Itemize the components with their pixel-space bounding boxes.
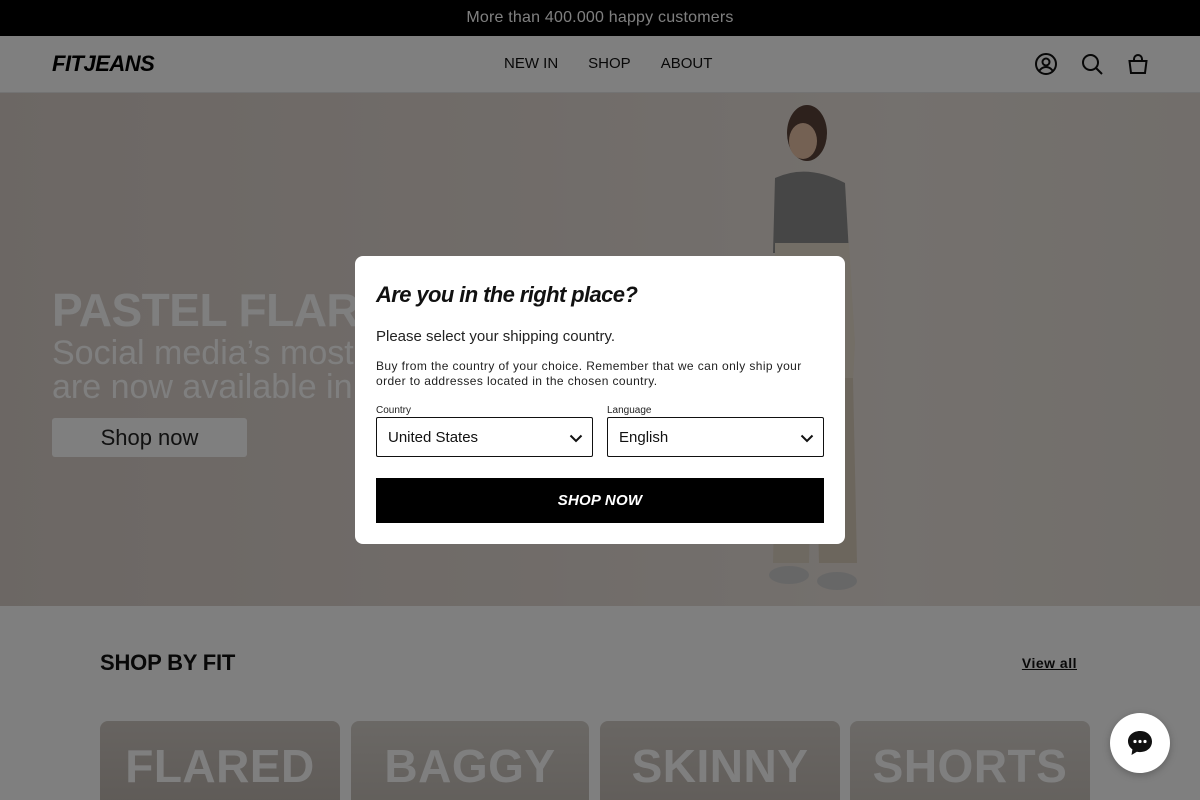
language-label: Language	[607, 405, 652, 416]
chat-launcher-button[interactable]	[1110, 713, 1170, 773]
modal-lead-text: Please select your shipping country.	[376, 328, 616, 345]
modal-note-text: Buy from the country of your choice. Rem…	[376, 359, 802, 388]
country-selector-modal: Are you in the right place? Please selec…	[355, 256, 845, 544]
modal-title: Are you in the right place?	[376, 282, 638, 307]
language-select[interactable]: English	[607, 417, 824, 457]
shop-now-button[interactable]: SHOP NOW	[376, 478, 824, 523]
country-select-value: United States	[388, 428, 479, 446]
chat-icon	[1128, 731, 1152, 755]
country-select[interactable]: United States	[376, 417, 593, 457]
chevron-down-icon	[569, 434, 583, 443]
country-label: Country	[376, 405, 412, 416]
chevron-down-icon	[800, 434, 814, 443]
language-select-value: English	[619, 428, 669, 446]
